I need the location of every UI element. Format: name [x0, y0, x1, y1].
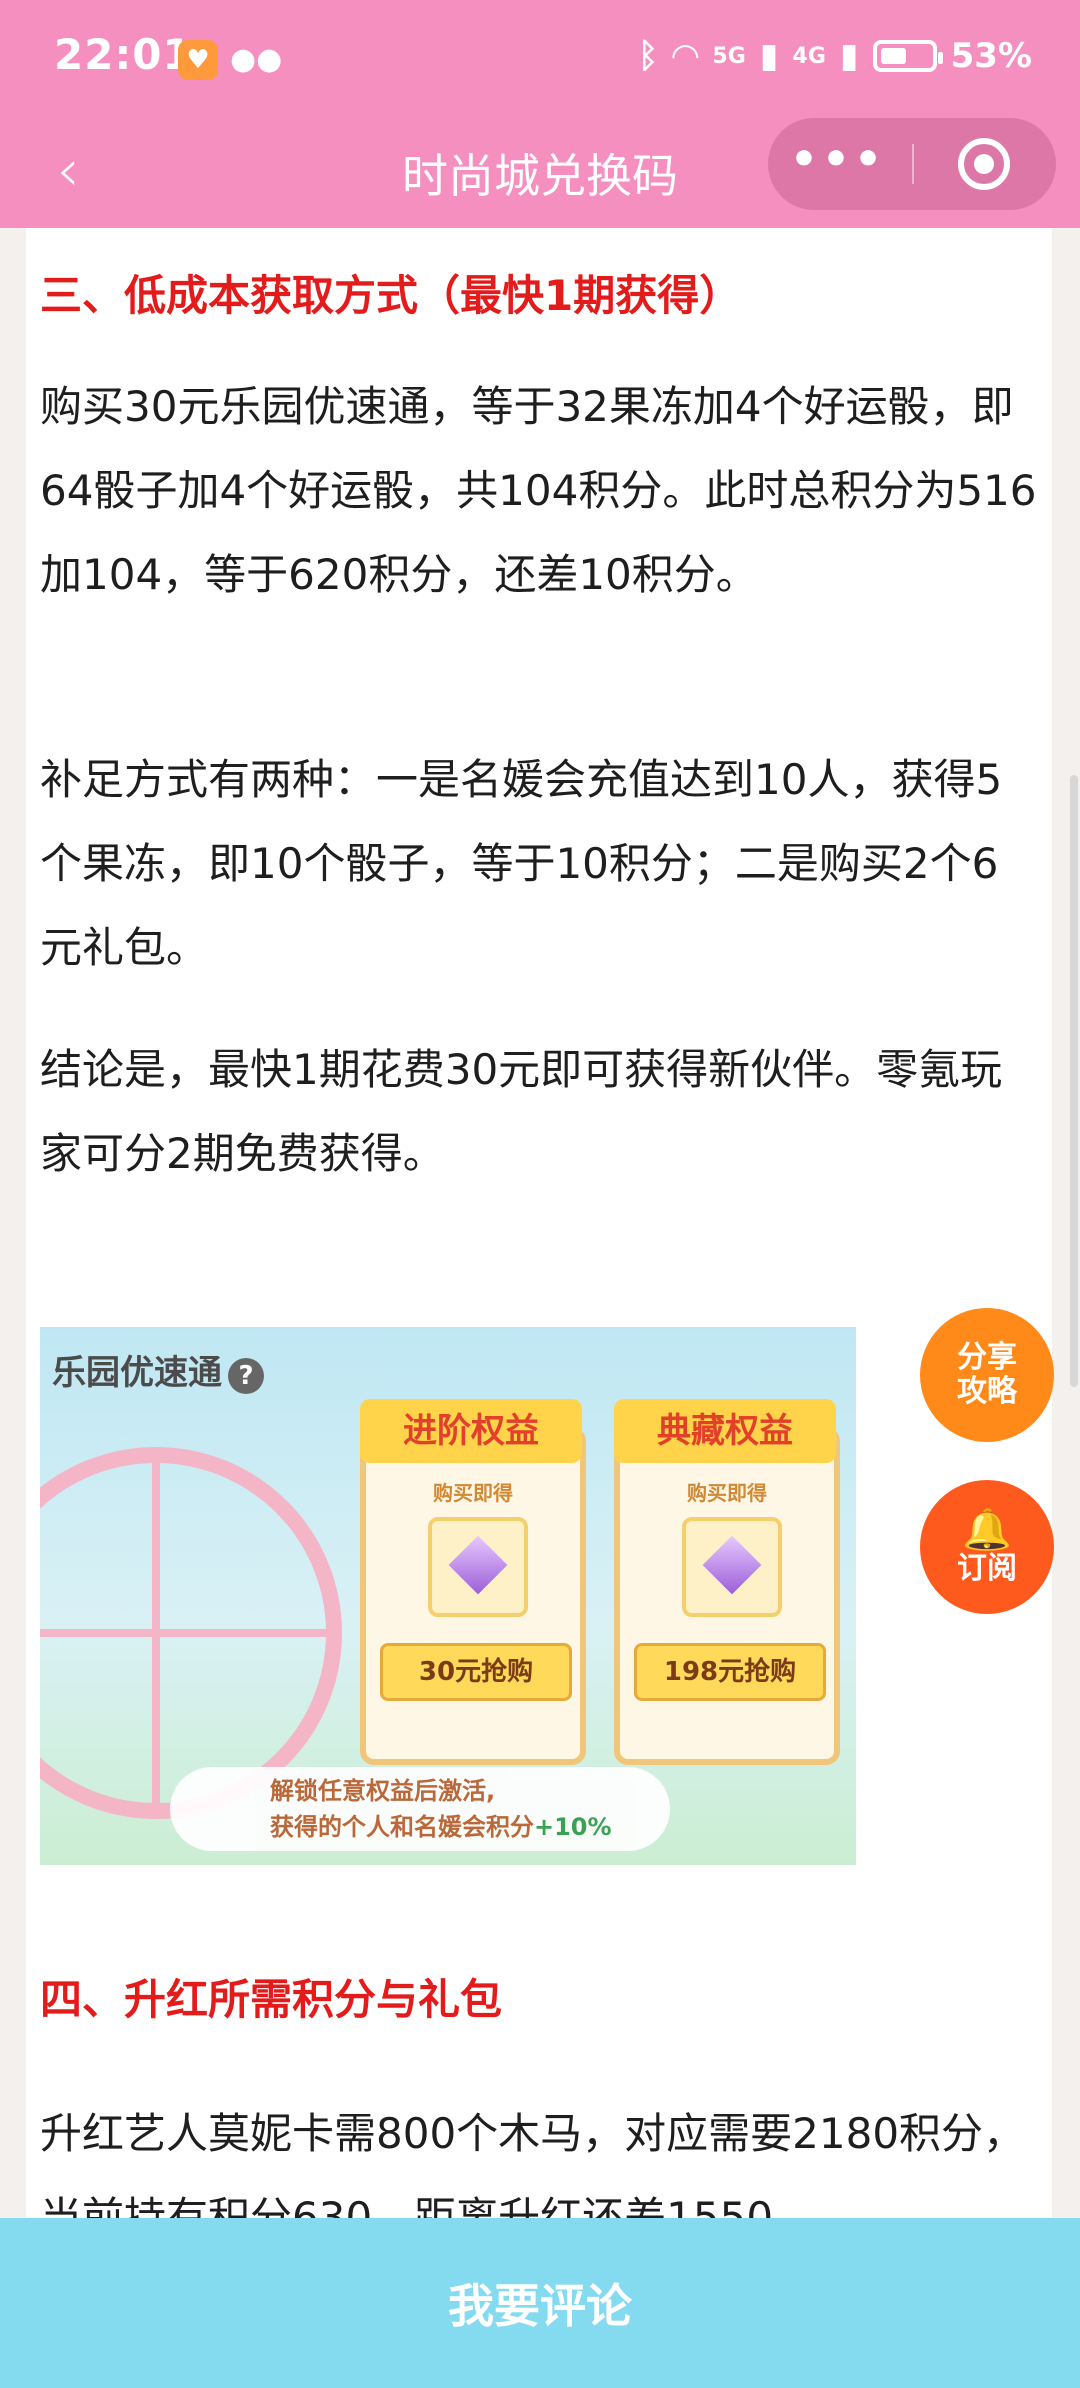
capsule-divider — [912, 144, 914, 184]
signal-bars-icon: ▮ — [839, 36, 859, 76]
paragraph-1: 购买30元乐园优速通，等于32果冻加4个好运骰，即64骰子加4个好运骰，共104… — [40, 382, 1037, 599]
close-miniprogram-icon[interactable] — [958, 138, 1010, 190]
card-subtitle: 购买即得 — [433, 1481, 513, 1505]
status-indicators: ᛒ ◠ 5G ▮ 4G ▮ 53% — [638, 36, 1032, 76]
subscribe-button[interactable]: 🔔 订阅 — [920, 1480, 1054, 1614]
wifi-icon: ◠ — [672, 36, 699, 76]
banner-line-1: 解锁任意权益后激活, — [270, 1777, 496, 1805]
comment-button-label: 我要评论 — [448, 2279, 632, 2333]
share-label-line2: 攻略 — [957, 1374, 1017, 1409]
paragraph-3: 结论是，最快1期花费30元即可获得新伙伴。零氪玩家可分2期免费获得。 — [40, 1045, 1003, 1178]
ferris-wheel-illustration — [40, 1447, 342, 1819]
app-notification-icon: ♥ — [178, 40, 218, 80]
nav-bar: ‹ 时尚城兑换码 ••• — [0, 118, 1080, 228]
more-icon[interactable]: ••• — [768, 118, 908, 210]
card-tag: 进阶权益 — [360, 1399, 582, 1463]
status-time: 22:01 — [54, 30, 193, 79]
card-subtitle: 购买即得 — [687, 1481, 767, 1505]
promo-title: 乐园优速通? — [52, 1345, 264, 1394]
battery-percent: 53% — [950, 36, 1032, 76]
scrollbar[interactable] — [1070, 775, 1078, 1387]
subscribe-label: 订阅 — [957, 1551, 1017, 1586]
signal-4g-icon: 4G — [792, 43, 826, 69]
comment-bar[interactable]: 我要评论 — [0, 2218, 1080, 2388]
share-guide-button[interactable]: 分享 攻略 — [920, 1308, 1054, 1442]
banner-bonus: +10% — [534, 1813, 612, 1841]
signal-5g-icon: 5G — [712, 43, 746, 69]
article-body: 三、低成本获取方式（最快1期获得） 购买30元乐园优速通，等于32果冻加4个好运… — [26, 228, 1052, 2228]
paragraph-2: 补足方式有两种：一是名媛会充值达到10人，获得5个果冻，即10个骰子，等于10积… — [40, 755, 1003, 972]
share-label-line1: 分享 — [957, 1340, 1017, 1375]
help-icon: ? — [228, 1358, 264, 1394]
card-tag: 典藏权益 — [614, 1399, 836, 1463]
mini-program-capsule: ••• — [768, 118, 1056, 210]
status-bar: 22:01 ♥ ●● ᛒ ◠ 5G ▮ 4G ▮ 53% — [0, 0, 1080, 118]
wechat-icon: ●● — [230, 42, 283, 77]
promo-image[interactable]: 乐园优速通? 进阶权益 购买即得 30元抢购 典藏权益 购买即得 198元抢购 … — [40, 1327, 856, 1865]
paragraph-4: 升红艺人莫妮卡需800个木马，对应需要2180积分，当前持有积分630，距离升红… — [40, 2109, 1026, 2228]
battery-icon — [872, 40, 943, 72]
bell-icon: 🔔 — [962, 1507, 1012, 1553]
diamond-icon — [682, 1517, 782, 1617]
premium-benefit-card: 典藏权益 购买即得 198元抢购 — [614, 1399, 840, 1765]
section-heading-3: 三、低成本获取方式（最快1期获得） — [40, 271, 742, 320]
bluetooth-icon: ᛒ — [637, 36, 659, 76]
section-heading-4: 四、升红所需积分与礼包 — [40, 1975, 503, 2024]
banner-line-2: 获得的个人和名媛会积分+10% — [270, 1813, 612, 1841]
buy-198-button[interactable]: 198元抢购 — [634, 1643, 826, 1701]
signal-bars-icon: ▮ — [759, 36, 779, 76]
diamond-icon — [428, 1517, 528, 1617]
promo-banner: 解锁任意权益后激活, 获得的个人和名媛会积分+10% — [170, 1767, 670, 1851]
advanced-benefit-card: 进阶权益 购买即得 30元抢购 — [360, 1399, 586, 1765]
battery-level — [880, 48, 906, 64]
buy-30-button[interactable]: 30元抢购 — [380, 1643, 572, 1701]
